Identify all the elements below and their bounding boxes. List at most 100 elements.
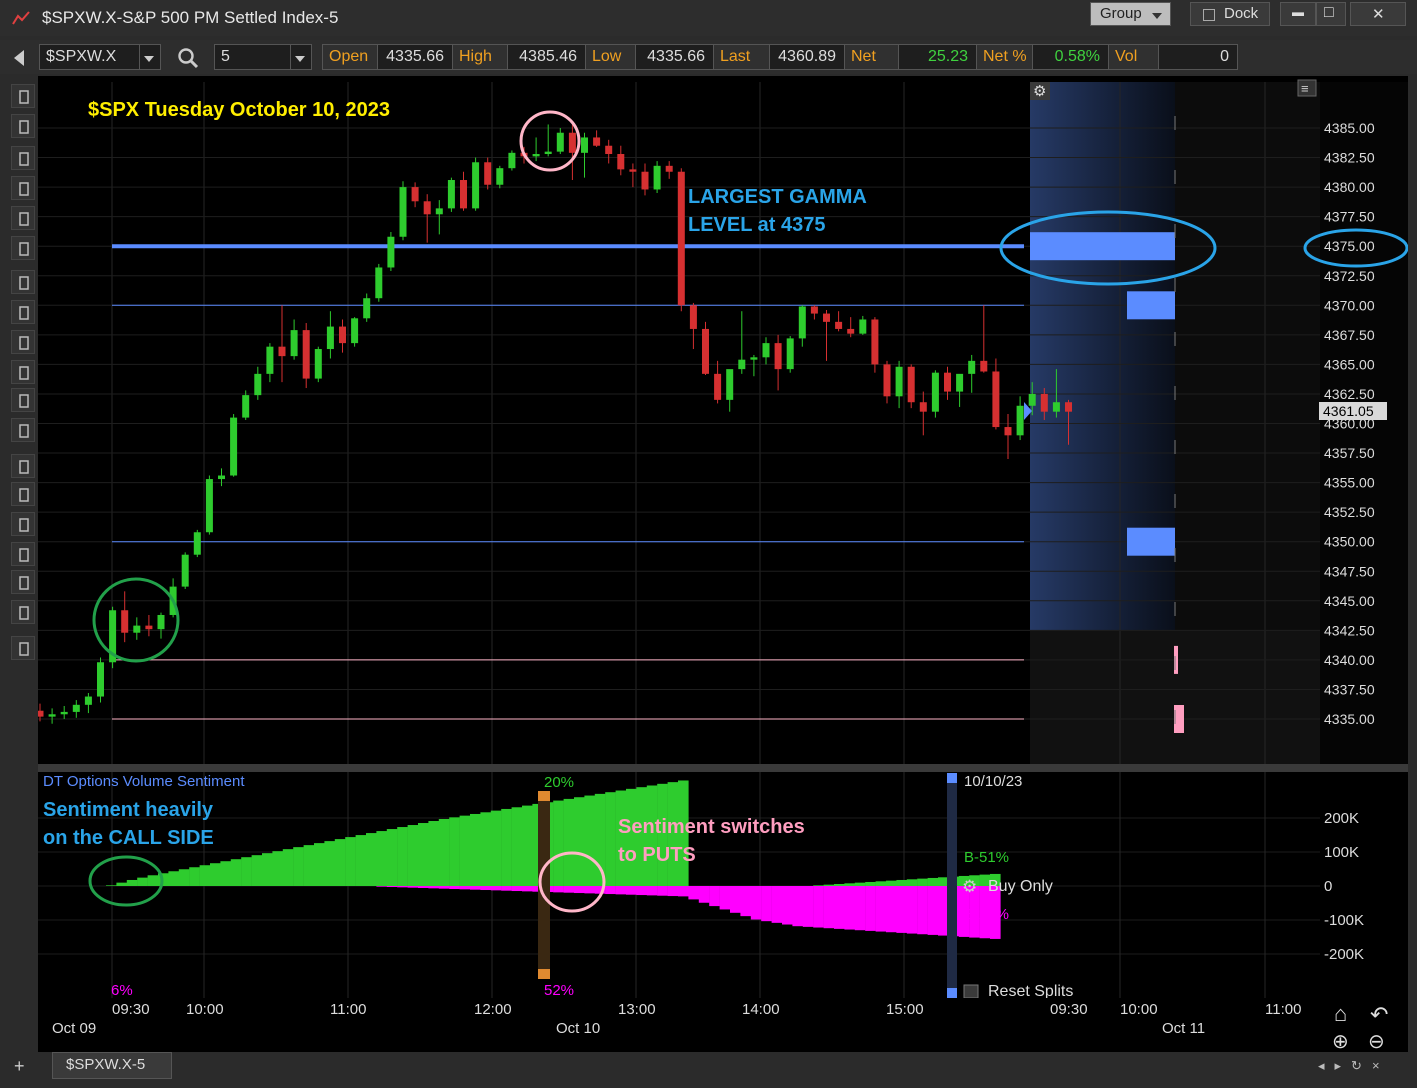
zoom-in-icon[interactable]: ⊕ (1332, 1031, 1349, 1053)
trend-line-icon[interactable] (11, 300, 35, 324)
back-arrow-icon[interactable] (14, 50, 24, 66)
candlestick-icon[interactable] (11, 146, 35, 170)
bar-chart-icon[interactable] (11, 176, 35, 200)
indicator-tick: -100K (1324, 912, 1364, 929)
close-button[interactable]: ✕ (1350, 2, 1406, 26)
reset-splits-label[interactable]: Reset Splits (988, 983, 1073, 1000)
sentiment-call-bar (522, 805, 533, 886)
indicator-pct-bottom-mid: 52% (544, 982, 574, 999)
pointer-icon[interactable] (11, 636, 35, 660)
minimize-icon: ▬ (1292, 5, 1304, 19)
gear-icon[interactable]: ⚙ (962, 877, 977, 896)
candle-body (1052, 402, 1060, 412)
pin-icon[interactable] (11, 454, 35, 478)
note-icon[interactable] (11, 482, 35, 506)
candle-body (956, 373, 964, 392)
buy-only-label[interactable]: Buy Only (988, 878, 1053, 895)
quote-high-label: High (453, 45, 508, 69)
candle-body (97, 662, 104, 697)
scale-icon[interactable] (11, 270, 35, 294)
window-icon[interactable] (11, 388, 35, 412)
time-tick: 15:00 (886, 1001, 924, 1018)
puts-annotation-line1: Sentiment switches (618, 816, 805, 838)
sentiment-put-bar (459, 886, 471, 890)
sentiment-put-bar (875, 886, 887, 932)
candle-body (883, 364, 891, 397)
open-highlight-circle (92, 577, 180, 663)
add-tab-icon[interactable]: + (14, 1056, 25, 1077)
tab-spxw[interactable]: $SPXW.X-5 (52, 1052, 172, 1079)
time-tick: 10:00 (186, 1001, 224, 1018)
candle-body (84, 696, 92, 705)
anchor-icon[interactable] (11, 418, 35, 442)
candle-body (145, 625, 153, 630)
sentiment-call-bar (220, 861, 231, 886)
crosshair-handle-bottom[interactable] (538, 969, 550, 979)
candle-body (1016, 405, 1024, 436)
indicator-tick: -200K (1324, 946, 1364, 963)
home-icon[interactable] (11, 512, 35, 536)
sentiment-call-bar (210, 863, 221, 886)
chevron-down-icon (295, 56, 305, 62)
grid-icon[interactable] (11, 330, 35, 354)
quote-last-value: 4360.89 (770, 45, 845, 69)
crosshair-handle-top[interactable] (538, 791, 550, 801)
candle-body (605, 145, 613, 155)
candle-body (1040, 393, 1048, 412)
candle-body (363, 298, 371, 319)
window-title: $SPXW.X-S&P 500 PM Settled Index-5 (42, 8, 339, 27)
candle-body (1004, 427, 1012, 436)
candle-body (907, 366, 915, 403)
sentiment-call-bar (875, 881, 887, 886)
tab-label: $SPXW.X-5 (66, 1056, 146, 1073)
price-tick: 4340.00 (1324, 652, 1375, 668)
table-icon[interactable] (11, 360, 35, 384)
candle-body (375, 267, 383, 299)
splits-handle-top[interactable] (947, 773, 957, 783)
chevron-down-icon (144, 56, 154, 62)
call-side-annotation-line2: on the CALL SIDE (43, 827, 214, 849)
candle-body (593, 137, 601, 146)
zoom-out-icon[interactable]: ⊖ (1368, 1031, 1385, 1053)
sentiment-call-bar (251, 855, 263, 886)
undo-icon[interactable]: ↶ (1370, 1002, 1388, 1027)
time-tick: 11:00 (330, 1001, 366, 1018)
date-tick: Oct 11 (1162, 1020, 1205, 1037)
sentiment-call-bar (168, 871, 179, 886)
candle-body (944, 372, 951, 392)
price-tick: 4362.50 (1324, 386, 1375, 402)
sentiment-put-bar (813, 886, 824, 928)
tab-nav-controls[interactable]: ◂▸↻× (1318, 1058, 1390, 1074)
candle-body (714, 373, 722, 400)
candle-body (435, 208, 443, 215)
minimize-button[interactable]: ▬ (1280, 2, 1316, 26)
zoom-in-icon[interactable] (11, 570, 35, 594)
sentiment-call-bar (407, 825, 419, 886)
home-icon[interactable]: ⌂ (1334, 1001, 1347, 1026)
splits-handle-bottom[interactable] (947, 988, 957, 998)
sentiment-call-bar (293, 847, 304, 886)
interval-select[interactable]: 5 (214, 44, 312, 70)
sentiment-put-bar (792, 886, 803, 927)
group-dropdown[interactable]: Group (1090, 2, 1171, 26)
dock-button[interactable]: Dock (1190, 2, 1270, 26)
reset-icon[interactable] (963, 984, 979, 999)
maximize-button[interactable]: □ (1316, 2, 1346, 26)
mountain-chart-icon[interactable] (11, 236, 35, 260)
crosshair-icon[interactable] (11, 84, 35, 108)
sentiment-call-bar (137, 877, 148, 886)
candle-body (665, 165, 673, 172)
search-icon[interactable] (177, 47, 199, 74)
cursor-icon[interactable] (11, 114, 35, 138)
sentiment-put-bar (418, 886, 429, 889)
line-chart-icon[interactable] (11, 206, 35, 230)
zoom-out-icon[interactable] (11, 600, 35, 624)
candle-body (254, 373, 262, 396)
symbol-input[interactable]: $SPXW.X (39, 44, 161, 70)
chart-area[interactable]: 4385.00 4382.50 4380.00 4377.50 4375.00 4372.… (38, 76, 1408, 1054)
pane-divider[interactable] (38, 764, 1408, 772)
candle-body (581, 137, 588, 153)
undo-icon[interactable] (11, 542, 35, 566)
candle-body (266, 346, 274, 374)
sentiment-put-bar (428, 886, 439, 889)
